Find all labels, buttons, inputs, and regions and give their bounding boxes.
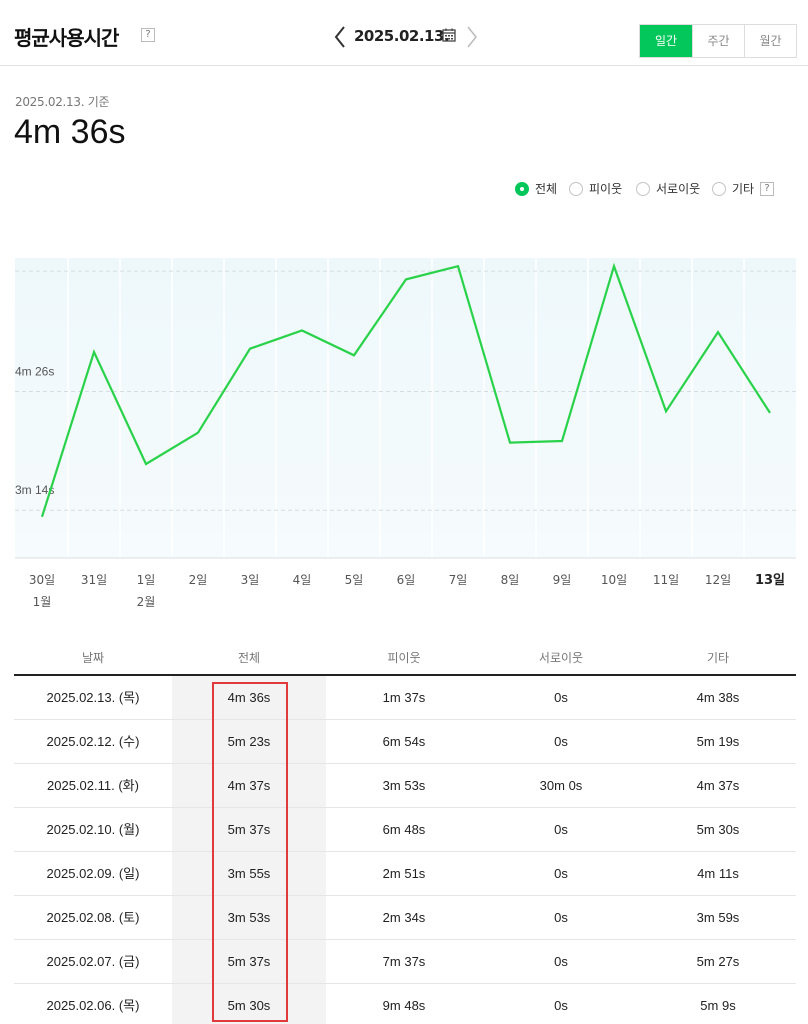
header-other: 기타 (706, 651, 730, 665)
table-cell: 2025.02.13. (목) (46, 690, 140, 705)
x-tick-label: 2일 (189, 573, 208, 587)
radio-icon (569, 181, 583, 196)
table-cell: 9m 48s (382, 998, 426, 1013)
help-icon[interactable]: ? (141, 28, 155, 42)
filter-mutual-neighbor[interactable]: 서로이웃 (636, 180, 700, 197)
page-title: 평균사용시간 (14, 26, 119, 50)
filter-label: 피이웃 (589, 182, 623, 196)
basis-date: 2025.02.13. 기준 (15, 95, 110, 109)
table-cell: 5m 30s (696, 822, 740, 837)
table-cell: 2025.02.06. (목) (46, 998, 140, 1013)
x-tick-label: 11일 (653, 573, 679, 587)
x-tick-label: 1일 (137, 573, 156, 587)
table-cell: 0s (554, 734, 568, 749)
x-tick-label: 10일 (601, 573, 627, 587)
x-tick-label: 9일 (553, 573, 572, 587)
filter-label: 서로이웃 (656, 182, 701, 196)
table-cell: 2025.02.10. (월) (46, 822, 140, 837)
x-tick-label: 8일 (501, 573, 520, 587)
x-tick-label: 31일 (81, 573, 107, 587)
table-cell: 0s (554, 822, 568, 837)
table-cell: 3m 53s (382, 778, 426, 793)
header-date: 날짜 (81, 651, 105, 665)
filter-neighbor[interactable]: 피이웃 (569, 180, 622, 197)
table-cell: 3m 59s (696, 910, 740, 925)
table-cell: 4m 38s (696, 690, 740, 705)
header-mutual-neighbor: 서로이웃 (538, 651, 584, 665)
table-row: 2025.02.10. (월) 5m 37s 6m 48s 0s 5m 30s (14, 808, 796, 852)
usage-table: 날짜 전체 피이웃 서로이웃 기타 2025.02.13. (목) 4m 36s 1… (14, 640, 796, 1024)
table-row: 2025.02.09. (일) 3m 55s 2m 51s 0s 4m 11s (14, 852, 796, 896)
table-cell: 2m 34s (382, 910, 426, 925)
current-date: 2025.02.13. (354, 27, 450, 45)
chevron-right-icon[interactable] (464, 24, 480, 50)
table-header: 날짜 전체 피이웃 서로이웃 기타 (14, 640, 796, 676)
table-cell: 6m 54s (382, 734, 426, 749)
table-cell: 2m 51s (382, 866, 426, 881)
x-tick-label: 5일 (345, 573, 364, 587)
x-tick-label: 30일 (29, 573, 55, 587)
filter-label: 전체 (535, 182, 558, 196)
help-icon[interactable]: ? (760, 182, 774, 196)
table-cell: 7m 37s (382, 954, 426, 969)
x-tick-label: 12일 (705, 573, 731, 587)
table-row: 2025.02.07. (금) 5m 37s 7m 37s 0s 5m 27s (14, 940, 796, 984)
table-cell: 5m 19s (696, 734, 740, 749)
table-body: 2025.02.13. (목) 4m 36s 1m 37s 0s 4m 38s 2025.… (14, 676, 796, 1024)
table-cell: 0s (554, 954, 568, 969)
highlight-box (212, 682, 288, 1022)
table-cell: 4m 37s (696, 778, 740, 793)
table-cell: 2025.02.12. (수) (46, 734, 140, 749)
tab-daily[interactable]: 일간 (640, 25, 692, 57)
table-cell: 1m 37s (382, 690, 426, 705)
table-row: 2025.02.08. (토) 3m 53s 2m 34s 0s 3m 59s (14, 896, 796, 940)
table-cell: 2025.02.09. (일) (46, 866, 140, 881)
table-cell: 4m 11s (697, 866, 739, 881)
table-row: 2025.02.11. (화) 4m 37s 3m 53s 30m 0s 4m 37s (14, 764, 796, 808)
x-tick-label: 3일 (241, 573, 260, 587)
table-row: 2025.02.13. (목) 4m 36s 1m 37s 0s 4m 38s (14, 676, 796, 720)
table-row: 2025.02.06. (목) 5m 30s 9m 48s 0s 5m 9s (14, 984, 796, 1024)
table-cell: 5m 27s (696, 954, 740, 969)
radio-icon (636, 181, 650, 196)
tab-weekly[interactable]: 주간 (692, 25, 744, 57)
table-cell: 2025.02.07. (금) (46, 954, 140, 969)
header-total: 전체 (237, 651, 261, 665)
chart-svg: 5m 39s4m 26s3m 14s30일1월31일1일2월2일3일4일5일6일… (15, 258, 796, 609)
filter-all[interactable]: 전체 (515, 180, 557, 197)
usage-line-chart: 5m 39s4m 26s3m 14s30일1월31일1일2월2일3일4일5일6일… (0, 258, 808, 618)
chart-plot-area (15, 258, 796, 558)
radio-checked-icon (515, 181, 529, 196)
table-cell: 30m 0s (539, 778, 583, 793)
table-row: 2025.02.12. (수) 5m 23s 6m 54s 0s 5m 19s (14, 720, 796, 764)
y-tick-label: 4m 26s (15, 365, 54, 379)
period-tabs: 일간 주간 월간 (639, 24, 797, 58)
table-cell: 0s (554, 690, 568, 705)
table-cell: 2025.02.08. (토) (46, 910, 140, 925)
x-tick-label: 6일 (397, 573, 416, 587)
average-time-value: 4m 36s (14, 113, 126, 151)
x-tick-sublabel: 2월 (137, 595, 156, 609)
page-header: 평균사용시간 ? 2025.02.13. 일간 주간 월간 (0, 0, 808, 66)
table-cell: 5m 9s (700, 998, 736, 1013)
tab-monthly[interactable]: 월간 (744, 25, 796, 57)
radio-icon (712, 181, 726, 196)
x-tick-label: 7일 (449, 573, 468, 587)
x-tick-label: 4일 (293, 573, 312, 587)
table-cell: 2025.02.11. (화) (47, 778, 139, 793)
table-cell: 0s (554, 866, 568, 881)
filter-label: 기타 (732, 182, 755, 196)
calendar-icon[interactable] (442, 28, 456, 42)
chevron-left-icon[interactable] (332, 24, 348, 50)
table-cell: 0s (554, 998, 568, 1013)
table-cell: 6m 48s (382, 822, 426, 837)
filter-other[interactable]: 기타 (712, 180, 754, 197)
table-cell: 0s (554, 910, 568, 925)
x-tick-sublabel: 1월 (33, 595, 52, 609)
x-tick-label: 13일 (755, 573, 785, 588)
header-neighbor: 피이웃 (387, 651, 421, 665)
